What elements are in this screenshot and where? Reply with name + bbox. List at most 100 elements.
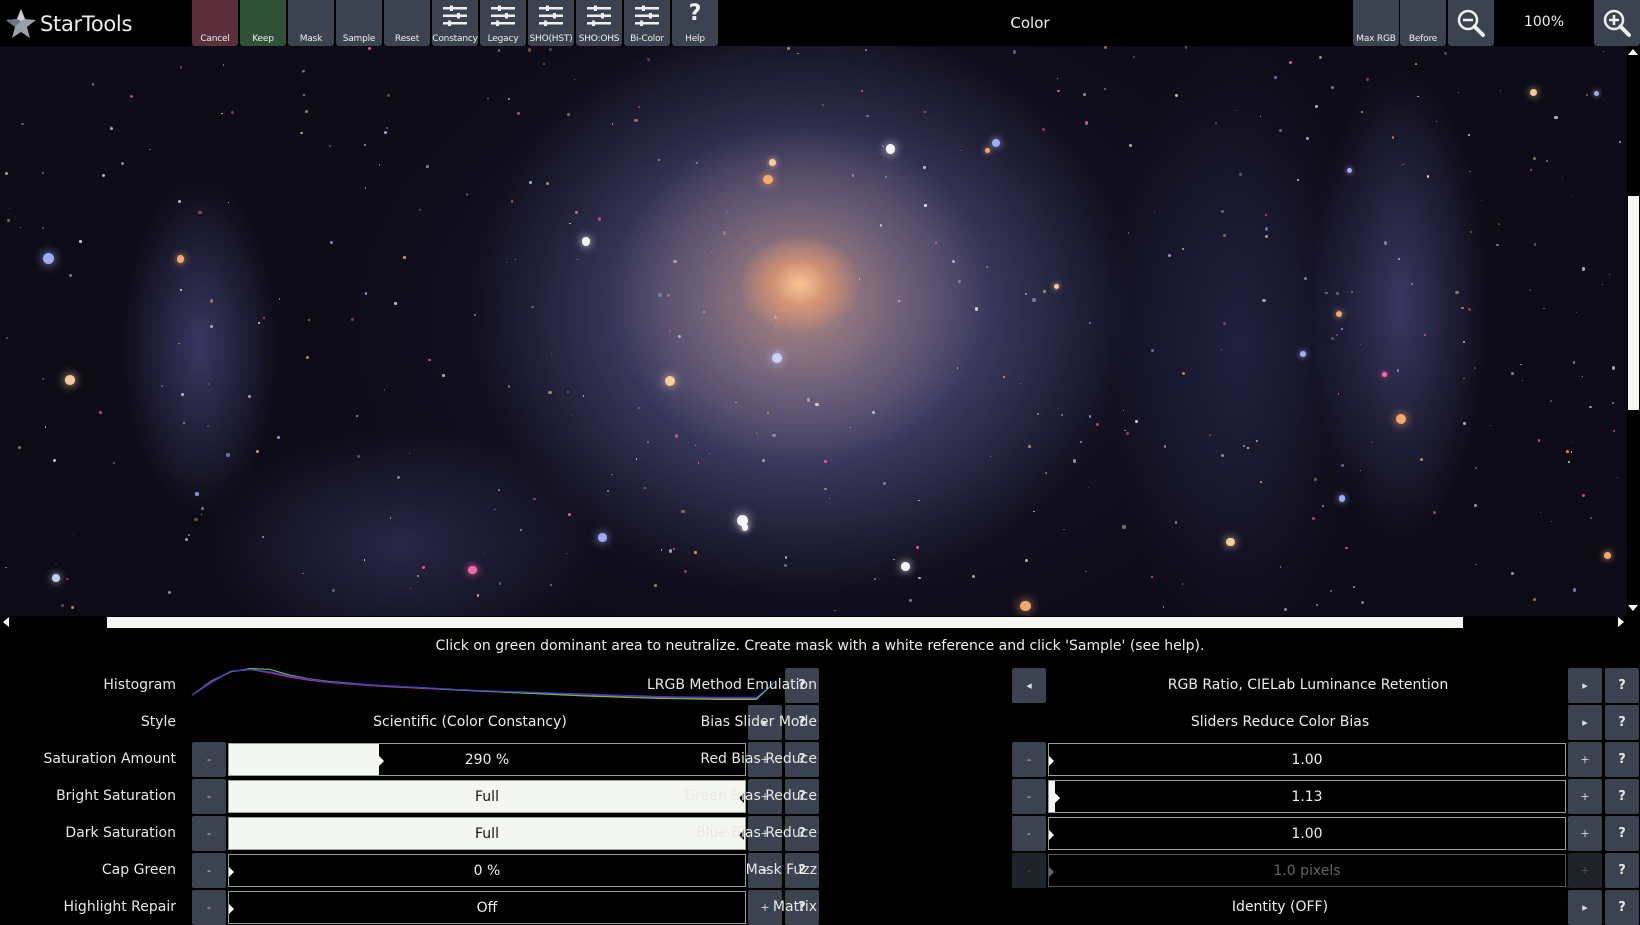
param-row-style: Style Scientific (Color Constancy) ▸ ? xyxy=(0,705,820,740)
star-point xyxy=(1150,348,1154,352)
star-point xyxy=(1463,341,1465,343)
decrease-button[interactable]: - xyxy=(1012,742,1046,777)
vertical-scroll-thumb[interactable] xyxy=(1628,196,1639,410)
module-title: Color xyxy=(1010,14,1050,32)
star-point xyxy=(606,489,610,493)
decrease-button[interactable]: - xyxy=(192,779,226,814)
prev-lrgb-method-button[interactable]: ◂ xyxy=(1012,668,1046,703)
help-button-bias-slider-mode[interactable]: ? xyxy=(1605,705,1639,740)
star-point xyxy=(1020,600,1031,612)
star-point xyxy=(773,316,777,320)
star-point xyxy=(673,548,675,550)
star-point xyxy=(222,63,225,66)
star-point xyxy=(1279,566,1282,568)
help-button-mask-fuzz[interactable]: ? xyxy=(1605,853,1639,888)
slider-value: 0 % xyxy=(473,863,501,879)
reset-button[interactable]: Reset xyxy=(384,0,430,46)
scroll-right-arrow-icon[interactable] xyxy=(1618,617,1624,627)
sho-ohs-preset-button[interactable]: SHO:OHS xyxy=(576,0,622,46)
star-point xyxy=(160,384,163,387)
star-point xyxy=(660,549,663,551)
zoom-out-button[interactable] xyxy=(1448,0,1494,46)
saturation-amount-slider[interactable]: 290 % xyxy=(228,743,746,776)
star-point xyxy=(1061,414,1064,417)
decrease-button[interactable]: - xyxy=(1012,816,1046,851)
next-matrix-button[interactable]: ▸ xyxy=(1568,890,1602,925)
zoom-in-button[interactable] xyxy=(1594,0,1640,46)
star-point xyxy=(737,515,748,526)
star-point xyxy=(1468,308,1471,311)
star-point xyxy=(1604,552,1612,559)
star-point xyxy=(356,415,358,417)
mask-button[interactable]: Mask xyxy=(288,0,334,46)
star-point xyxy=(597,217,602,221)
star-point xyxy=(1352,585,1355,588)
star-point xyxy=(1305,136,1309,140)
next-bias-slider-mode-button[interactable]: ▸ xyxy=(1568,705,1602,740)
star-point xyxy=(1593,90,1600,97)
star-point xyxy=(533,497,536,501)
param-label: Histogram xyxy=(103,677,176,693)
decrease-button[interactable]: - xyxy=(192,890,226,925)
star-point xyxy=(331,589,335,593)
scroll-up-arrow-icon[interactable] xyxy=(1628,49,1638,55)
bright-saturation-slider[interactable]: Full xyxy=(228,780,746,813)
star-point xyxy=(305,110,309,114)
cancel-button[interactable]: Cancel xyxy=(192,0,238,46)
scroll-down-arrow-icon[interactable] xyxy=(1628,605,1638,611)
decrease-button[interactable]: - xyxy=(192,742,226,777)
decrease-button[interactable]: - xyxy=(192,816,226,851)
scroll-left-arrow-icon[interactable] xyxy=(3,617,9,627)
star-point xyxy=(208,383,211,386)
max-rgb-button[interactable]: Max RGB xyxy=(1353,0,1399,46)
star-point xyxy=(784,563,788,567)
help-button-matrix[interactable]: ? xyxy=(1605,890,1639,925)
bi-color-preset-button[interactable]: Bi-Color xyxy=(624,0,670,46)
horizontal-scroll-thumb[interactable] xyxy=(107,617,1463,628)
decrease-button[interactable]: - xyxy=(192,853,226,888)
green-bias-reduce-slider[interactable]: 1.13 xyxy=(1048,780,1566,813)
star-point xyxy=(1087,486,1089,489)
blue-bias-reduce-slider[interactable]: 1.00 xyxy=(1048,817,1566,850)
sample-button[interactable]: Sample xyxy=(336,0,382,46)
star-point xyxy=(1602,50,1605,52)
star-point xyxy=(1088,415,1092,418)
cap-green-slider[interactable]: 0 % xyxy=(228,854,746,887)
star-point xyxy=(879,224,883,227)
star-point xyxy=(200,513,203,516)
bias-slider-mode-value: Sliders Reduce Color Bias xyxy=(1190,714,1370,730)
help-button-lrgb-method[interactable]: ? xyxy=(1605,668,1639,703)
star-point xyxy=(497,49,501,52)
help-button-green-bias[interactable]: ? xyxy=(1605,779,1639,814)
next-lrgb-method-button[interactable]: ▸ xyxy=(1568,668,1602,703)
param-label: Bright Saturation xyxy=(56,788,176,804)
star-point xyxy=(179,66,183,69)
param-label: Saturation Amount xyxy=(43,751,176,767)
increase-button[interactable]: + xyxy=(1568,816,1602,851)
image-viewport[interactable] xyxy=(0,46,1627,616)
star-point xyxy=(277,436,280,439)
star-point xyxy=(1351,290,1354,294)
keep-button[interactable]: Keep xyxy=(240,0,286,46)
decrease-button[interactable]: - xyxy=(1012,779,1046,814)
constancy-preset-button[interactable]: Constancy xyxy=(432,0,478,46)
help-button[interactable]: ? Help xyxy=(672,0,718,46)
param-row-matrix: Matrix Identity (OFF) ▸ ? xyxy=(773,890,1640,925)
legacy-preset-label: Legacy xyxy=(487,34,519,44)
help-button-red-bias[interactable]: ? xyxy=(1605,742,1639,777)
legacy-preset-button[interactable]: Legacy xyxy=(480,0,526,46)
star-point xyxy=(1127,232,1130,235)
before-button[interactable]: Before xyxy=(1400,0,1446,46)
sho-ohs-preset-label: SHO:OHS xyxy=(578,34,620,44)
dark-saturation-slider[interactable]: Full xyxy=(228,817,746,850)
red-bias-reduce-slider[interactable]: 1.00 xyxy=(1048,743,1566,776)
sho-hst-preset-button[interactable]: SHO(HST) xyxy=(528,0,574,46)
star-point xyxy=(1435,121,1437,123)
star-point xyxy=(507,98,510,100)
help-button-blue-bias[interactable]: ? xyxy=(1605,816,1639,851)
star-point xyxy=(708,452,711,455)
highlight-repair-slider[interactable]: Off xyxy=(228,891,746,924)
increase-button[interactable]: + xyxy=(1568,779,1602,814)
increase-button[interactable]: + xyxy=(1568,742,1602,777)
star-point xyxy=(1259,115,1262,118)
